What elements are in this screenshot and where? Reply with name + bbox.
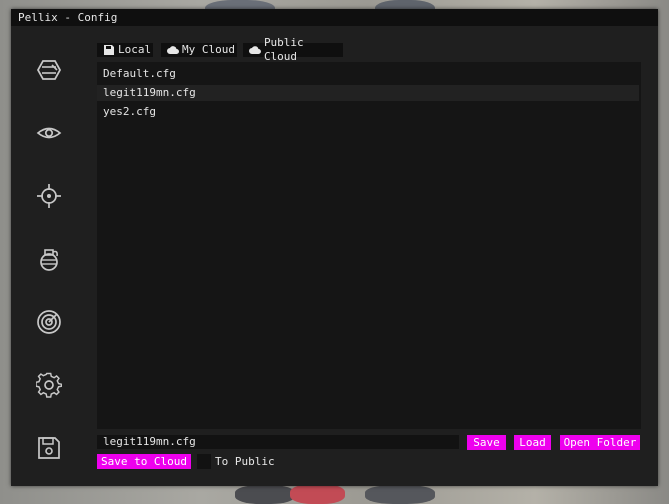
sidebar-item-visuals[interactable] xyxy=(28,112,70,154)
crosshair-icon xyxy=(37,184,61,208)
tab-public-cloud[interactable]: Public Cloud xyxy=(243,36,343,63)
sidebar-item-rage[interactable] xyxy=(28,49,70,91)
save-button[interactable]: Save xyxy=(467,435,506,450)
tab-my-cloud-label: My Cloud xyxy=(182,43,235,56)
sidebar-item-settings[interactable] xyxy=(28,364,70,406)
to-public-checkbox[interactable] xyxy=(197,454,211,469)
sidebar-item-config[interactable] xyxy=(28,427,70,469)
grenade-icon xyxy=(40,249,58,271)
tab-public-cloud-label: Public Cloud xyxy=(263,36,304,63)
to-public-label: To Public xyxy=(215,455,275,468)
load-button[interactable]: Load xyxy=(514,435,551,450)
rage-icon xyxy=(36,60,62,80)
window-title: Pellix - Config xyxy=(18,11,118,24)
eye-icon xyxy=(36,127,62,139)
gear-icon xyxy=(36,372,62,398)
config-name-input[interactable] xyxy=(97,435,459,449)
list-item[interactable]: Default.cfg xyxy=(97,66,639,82)
title-bar[interactable]: Pellix - Config xyxy=(11,9,658,26)
tab-local[interactable]: Local xyxy=(97,43,153,57)
list-item-selected[interactable]: legit119mn.cfg xyxy=(97,85,639,101)
sidebar xyxy=(11,26,88,486)
open-folder-button[interactable]: Open Folder xyxy=(560,435,640,450)
tab-local-label: Local xyxy=(118,43,152,56)
save-disk-icon xyxy=(38,437,60,459)
radar-icon xyxy=(37,310,61,334)
sidebar-item-aimbot[interactable] xyxy=(28,175,70,217)
cloud-icon xyxy=(249,46,261,54)
floppy-icon xyxy=(104,45,114,55)
config-window: Pellix - Config Local My Cloud Public Cl… xyxy=(11,9,658,486)
list-item[interactable]: yes2.cfg xyxy=(97,104,639,120)
sidebar-item-grenades[interactable] xyxy=(28,238,70,280)
config-list: Default.cfg legit119mn.cfg yes2.cfg xyxy=(97,62,641,429)
tab-my-cloud[interactable]: My Cloud xyxy=(161,43,237,57)
cloud-icon xyxy=(167,46,179,54)
save-to-cloud-button[interactable]: Save to Cloud xyxy=(97,454,191,469)
sidebar-item-radar[interactable] xyxy=(28,301,70,343)
